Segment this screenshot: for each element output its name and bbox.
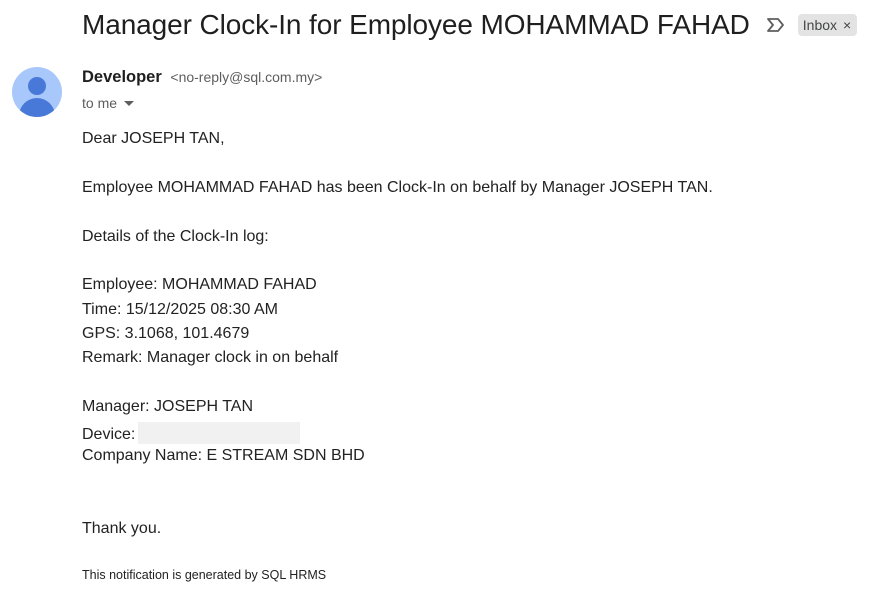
footer-note: This notification is generated by SQL HR… [82, 568, 327, 582]
device-line: Device: [82, 422, 301, 444]
gps-line: GPS: 3.1068, 101.4679 [82, 325, 250, 342]
sender-avatar[interactable] [12, 67, 62, 117]
sender-name[interactable]: Developer [82, 68, 162, 86]
greeting: Dear JOSEPH TAN, [82, 130, 225, 147]
company-line: Company Name: E STREAM SDN BHD [82, 447, 365, 464]
importance-marker-icon-svg [766, 18, 784, 32]
time-line: Time: 15/12/2025 08:30 AM [82, 301, 278, 318]
recipient-details-toggle[interactable]: to me [82, 95, 135, 111]
avatar-head-shape [28, 77, 46, 95]
recipient-text: to me [82, 95, 118, 111]
email-subject: Manager Clock-In for Employee MOHAMMAD F… [82, 9, 750, 40]
email-header: Manager Clock-In for Employee MOHAMMAD F… [82, 6, 858, 44]
intro-paragraph: Employee MOHAMMAD FAHAD has been Clock-I… [82, 179, 713, 196]
details-heading: Details of the Clock-In log: [82, 228, 269, 245]
chevron-down-icon[interactable] [124, 100, 135, 106]
manager-line: Manager: JOSEPH TAN [82, 398, 254, 415]
sender-line: Developer <no-reply@sql.com.my> [82, 68, 322, 87]
avatar-body-shape [19, 98, 55, 117]
sender-email: <no-reply@sql.com.my> [170, 69, 323, 85]
device-label: Device: [82, 426, 136, 443]
inbox-label-text: Inbox [802, 17, 838, 33]
inbox-label-chip[interactable]: Inbox × [797, 14, 858, 36]
closing-line: Thank you. [82, 520, 162, 537]
remark-line: Remark: Manager clock in on behalf [82, 349, 339, 366]
remove-label-icon[interactable]: × [843, 17, 851, 33]
importance-marker-icon[interactable] [766, 16, 786, 34]
redacted-device-value [138, 422, 301, 444]
employee-line: Employee: MOHAMMAD FAHAD [82, 276, 317, 293]
